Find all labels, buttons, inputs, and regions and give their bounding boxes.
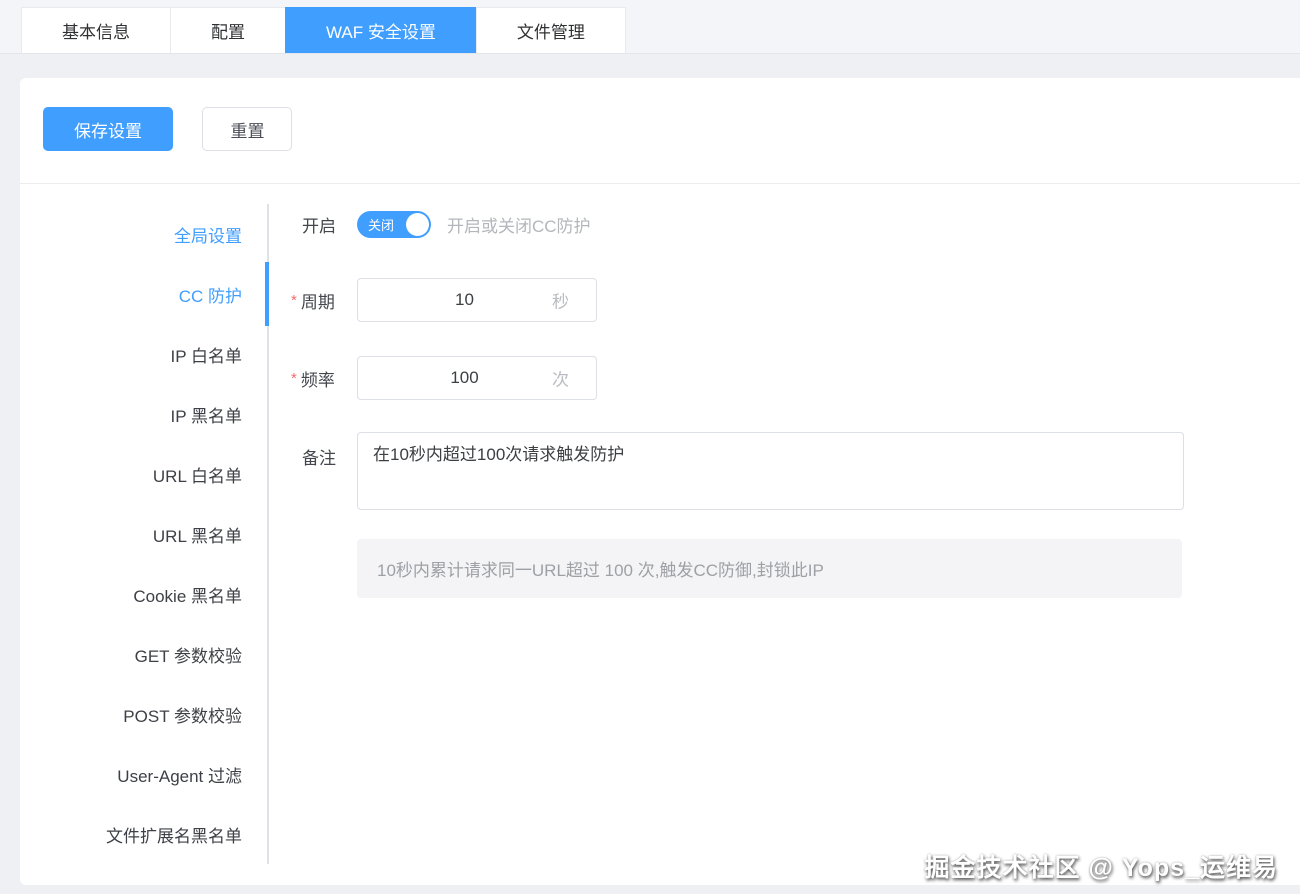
sidebar-item-user-agent-filter[interactable]: User-Agent 过滤 (20, 744, 267, 804)
remark-label: 备注 (302, 432, 357, 469)
frequency-row: * 频率 次 (302, 356, 1300, 400)
frequency-input-wrap: 次 (357, 356, 597, 400)
settings-sidebar: 全局设置 CC 防护 IP 白名单 IP 黑名单 URL 白名单 URL 黑名单… (20, 204, 269, 864)
period-input[interactable] (357, 278, 597, 322)
toggle-knob (406, 213, 429, 236)
frequency-label: * 频率 (302, 366, 357, 391)
sidebar-item-file-ext-blacklist[interactable]: 文件扩展名黑名单 (20, 804, 267, 864)
required-asterisk: * (291, 370, 297, 387)
tab-file-management[interactable]: 文件管理 (476, 7, 626, 53)
sidebar-item-global-settings[interactable]: 全局设置 (20, 204, 267, 264)
remark-textarea[interactable]: 在10秒内超过100次请求触发防护 (357, 432, 1184, 510)
toggle-state-label: 关闭 (368, 215, 394, 234)
required-asterisk: * (291, 292, 297, 309)
cc-protection-form: 开启 关闭 开启或关闭CC防护 * 周期 秒 * (269, 184, 1300, 864)
period-row: * 周期 秒 (302, 278, 1300, 322)
sidebar-item-cookie-blacklist[interactable]: Cookie 黑名单 (20, 564, 267, 624)
sidebar-item-url-blacklist[interactable]: URL 黑名单 (20, 504, 267, 564)
remark-row: 备注 在10秒内超过100次请求触发防护 (302, 432, 1300, 510)
frequency-label-text: 频率 (301, 366, 335, 391)
sidebar-item-cc-protection[interactable]: CC 防护 (20, 264, 267, 324)
tab-basic-info[interactable]: 基本信息 (21, 7, 171, 53)
sidebar-item-post-param-check[interactable]: POST 参数校验 (20, 684, 267, 744)
waf-settings-panel: 保存设置 重置 全局设置 CC 防护 IP 白名单 IP 黑名单 URL 白名单… (20, 78, 1300, 885)
sidebar-item-url-whitelist[interactable]: URL 白名单 (20, 444, 267, 504)
period-label-text: 周期 (301, 288, 335, 313)
frequency-input[interactable] (357, 356, 597, 400)
period-label: * 周期 (302, 288, 357, 313)
enable-row: 开启 关闭 开启或关闭CC防护 (302, 210, 1300, 238)
cc-rule-hint: 10秒内累计请求同一URL超过 100 次,触发CC防御,封锁此IP (357, 539, 1182, 598)
enable-description: 开启或关闭CC防护 (447, 212, 591, 237)
tab-waf-security[interactable]: WAF 安全设置 (285, 7, 477, 53)
content-area: 全局设置 CC 防护 IP 白名单 IP 黑名单 URL 白名单 URL 黑名单… (20, 184, 1300, 864)
tab-config[interactable]: 配置 (170, 7, 286, 53)
toolbar: 保存设置 重置 (20, 78, 1300, 151)
sidebar-item-ip-blacklist[interactable]: IP 黑名单 (20, 384, 267, 444)
enable-label: 开启 (302, 212, 357, 237)
reset-button[interactable]: 重置 (202, 107, 292, 151)
tab-bar: 基本信息 配置 WAF 安全设置 文件管理 (0, 0, 1300, 54)
sidebar-item-ip-whitelist[interactable]: IP 白名单 (20, 324, 267, 384)
cc-protection-toggle[interactable]: 关闭 (357, 211, 431, 238)
sidebar-item-get-param-check[interactable]: GET 参数校验 (20, 624, 267, 684)
period-input-wrap: 秒 (357, 278, 597, 322)
save-settings-button[interactable]: 保存设置 (43, 107, 173, 151)
